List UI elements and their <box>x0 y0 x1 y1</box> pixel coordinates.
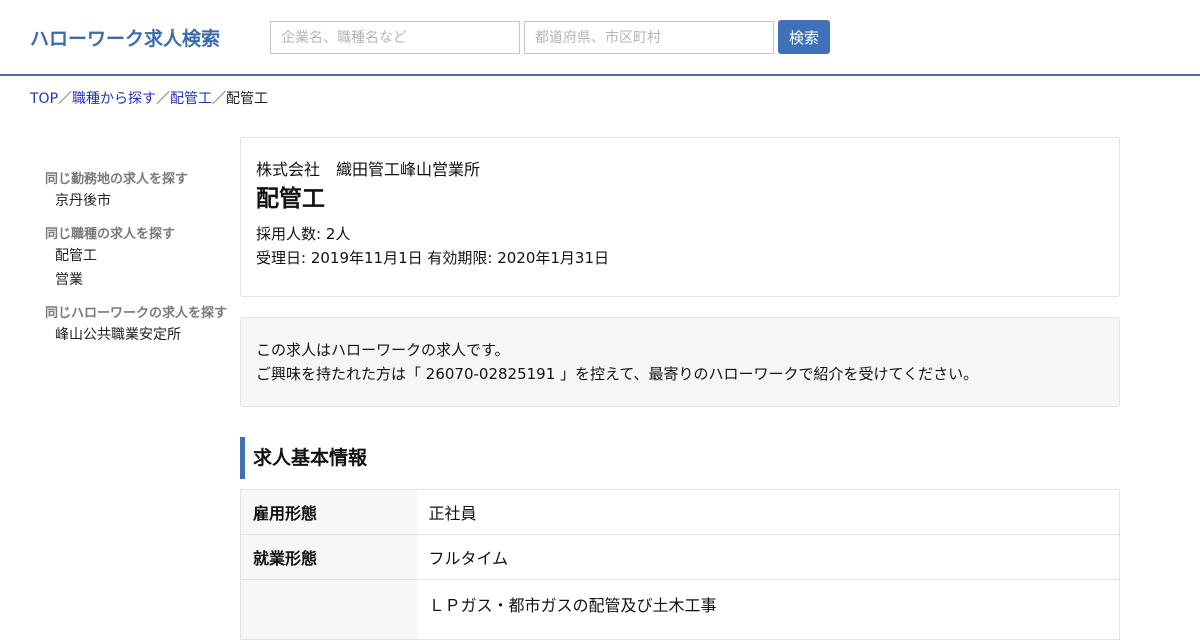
keyword-search-input[interactable] <box>270 21 520 54</box>
search-button[interactable]: 検索 <box>778 20 830 54</box>
sidebar-group-occupation: 同じ職種の求人を探す 配管工 営業 <box>45 223 235 290</box>
company-name: 株式会社 織田管工峰山営業所 <box>256 160 481 179</box>
breadcrumb-separator: ／ <box>58 91 73 107</box>
location-search-input[interactable] <box>524 21 774 54</box>
hellowork-notice: この求人はハローワークの求人です。 ご興味を持たれた方は「 26070-0282… <box>240 317 1120 407</box>
breadcrumb-current: 配管工 <box>226 91 269 107</box>
sidebar-link-mineyama-office[interactable]: 峰山公共職業安定所 <box>55 325 235 345</box>
hire-count: 採用人数: 2人 <box>256 225 351 243</box>
section-title-basic-info: 求人基本情報 <box>240 437 1120 479</box>
sidebar: 同じ勤務地の求人を探す 京丹後市 同じ職種の求人を探す 配管工 営業 同じハロー… <box>45 168 235 357</box>
breadcrumb-separator: ／ <box>212 91 227 107</box>
site-header: ハローワーク求人検索 検索 <box>0 0 1200 76</box>
main-content: 株式会社 織田管工峰山営業所 配管工 採用人数: 2人 受理日: 2019年11… <box>240 137 1120 640</box>
breadcrumb-category-link[interactable]: 配管工 <box>170 91 212 107</box>
site-logo[interactable]: ハローワーク求人検索 <box>30 24 220 51</box>
job-dates: 受理日: 2019年11月1日 有効期限: 2020年1月31日 <box>256 249 610 267</box>
sidebar-link-sales[interactable]: 営業 <box>55 270 235 290</box>
table-key <box>240 579 417 640</box>
sidebar-heading: 同じ職種の求人を探す <box>45 227 176 242</box>
sidebar-link-plumber[interactable]: 配管工 <box>55 246 235 266</box>
sidebar-heading: 同じ勤務地の求人を探す <box>45 172 189 187</box>
breadcrumb-top-link[interactable]: TOP <box>30 91 58 107</box>
table-value: フルタイム <box>416 534 1120 580</box>
sidebar-heading: 同じハローワークの求人を探す <box>45 306 228 321</box>
notice-line: この求人はハローワークの求人です。 <box>256 341 510 359</box>
table-row: ＬＰガス・都市ガスの配管及び土木工事 <box>240 579 1120 640</box>
table-row: 雇用形態 正社員 <box>240 489 1120 535</box>
sidebar-group-location: 同じ勤務地の求人を探す 京丹後市 <box>45 168 235 211</box>
job-title: 配管工 <box>256 186 325 212</box>
table-key: 雇用形態 <box>240 489 417 535</box>
sidebar-group-hellowork: 同じハローワークの求人を探す 峰山公共職業安定所 <box>45 302 235 345</box>
basic-info-table: 雇用形態 正社員 就業形態 フルタイム ＬＰガス・都市ガスの配管及び土木工事 <box>240 489 1120 640</box>
job-summary-card: 株式会社 織田管工峰山営業所 配管工 採用人数: 2人 受理日: 2019年11… <box>240 137 1120 297</box>
sidebar-link-kyotango[interactable]: 京丹後市 <box>55 191 235 211</box>
notice-line: ご興味を持たれた方は「 26070-02825191 」を控えて、最寄りのハロー… <box>256 365 979 383</box>
table-value: ＬＰガス・都市ガスの配管及び土木工事 <box>416 579 1120 640</box>
table-value: 正社員 <box>416 489 1120 535</box>
breadcrumb-separator: ／ <box>156 91 171 107</box>
table-key: 就業形態 <box>240 534 417 580</box>
table-row: 就業形態 フルタイム <box>240 534 1120 580</box>
breadcrumb: TOP／職種から探す／配管工／配管工 <box>30 88 268 108</box>
breadcrumb-occupation-link[interactable]: 職種から探す <box>72 91 156 107</box>
